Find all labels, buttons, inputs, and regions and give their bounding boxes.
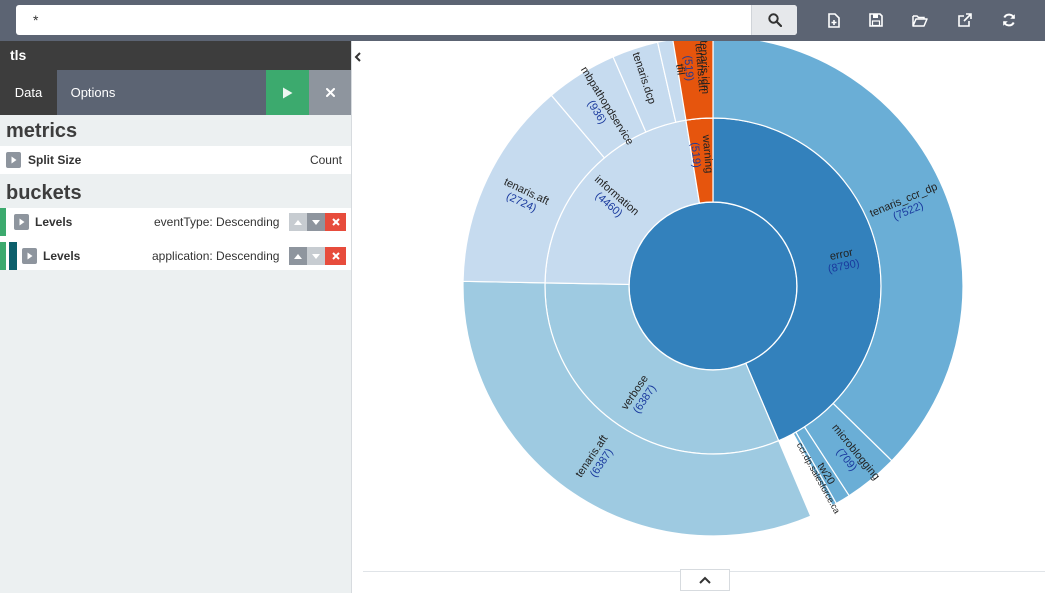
vis-editor-sidebar: tls Data Options metrics Split Size Coun… xyxy=(0,41,351,593)
collapse-sidebar-button[interactable] xyxy=(354,50,362,64)
caret-up-icon xyxy=(294,253,302,259)
bucket-color-stripe xyxy=(0,242,6,270)
search-icon xyxy=(767,13,782,27)
caret-right-icon xyxy=(19,218,24,226)
visualization-canvas: error (8790) verbose (6387) information (4460… xyxy=(363,35,1045,571)
bucket-desc: application: Descending xyxy=(152,249,280,263)
discard-changes-button[interactable] xyxy=(309,70,351,115)
search-input[interactable] xyxy=(16,5,751,35)
tab-data[interactable]: Data xyxy=(0,70,57,115)
refresh-icon xyxy=(1003,13,1015,27)
expand-bucket-toggle[interactable] xyxy=(22,248,37,264)
top-nav-bar xyxy=(0,0,1045,41)
search-button[interactable] xyxy=(751,5,797,35)
outer-label-10-count: (519) xyxy=(681,55,695,82)
caret-right-icon xyxy=(11,156,16,164)
remove-bucket-button[interactable] xyxy=(325,247,346,265)
caret-up-icon xyxy=(294,219,302,225)
refresh-button[interactable] xyxy=(997,8,1021,32)
caret-right-icon xyxy=(27,252,32,260)
bucket-row: Levels application: Descending xyxy=(0,242,351,270)
move-up-button[interactable] xyxy=(289,247,307,265)
sub-bucket-color-stripe xyxy=(9,242,17,270)
save-icon xyxy=(869,13,883,27)
move-up-button[interactable] xyxy=(289,213,307,231)
bucket-name: Levels xyxy=(43,249,81,263)
query-bar xyxy=(16,5,797,35)
caret-down-icon xyxy=(312,253,320,259)
close-icon xyxy=(331,252,340,260)
metric-name: Split Size xyxy=(28,153,82,167)
tab-options[interactable]: Options xyxy=(57,70,129,115)
expand-metric-toggle[interactable] xyxy=(6,152,21,168)
new-visualization-button[interactable] xyxy=(822,8,846,32)
open-button[interactable] xyxy=(908,8,932,32)
move-down-button[interactable] xyxy=(307,247,325,265)
apply-changes-button[interactable] xyxy=(266,70,309,115)
bucket-name: Levels xyxy=(35,215,73,229)
metric-value: Count xyxy=(309,153,342,167)
sunburst-center[interactable] xyxy=(628,201,798,371)
new-file-icon xyxy=(828,12,840,28)
chevron-left-icon xyxy=(354,52,361,62)
remove-bucket-button[interactable] xyxy=(325,213,346,231)
metric-row: Split Size Count xyxy=(0,146,351,174)
external-link-icon xyxy=(958,13,972,27)
close-icon xyxy=(331,218,340,226)
sunburst-chart: error(8790)verbose(6387)information(4460… xyxy=(462,35,964,537)
vis-title: tls xyxy=(0,41,351,70)
bucket-color-stripe xyxy=(0,208,6,236)
inner-label-warning-count: (519) xyxy=(688,142,702,169)
sidebar-resizer[interactable] xyxy=(351,41,363,593)
expand-bucket-toggle[interactable] xyxy=(14,214,29,230)
expand-spy-panel-button[interactable] xyxy=(680,569,730,591)
buckets-section-title: buckets xyxy=(6,182,82,204)
editor-tabs: Data Options xyxy=(0,70,351,115)
play-icon xyxy=(283,87,293,98)
share-button[interactable] xyxy=(953,8,977,32)
save-button[interactable] xyxy=(864,8,888,32)
metrics-section-title: metrics xyxy=(6,120,78,142)
move-down-button[interactable] xyxy=(307,213,325,231)
chevron-up-icon xyxy=(699,576,711,584)
folder-open-icon xyxy=(912,14,928,27)
caret-down-icon xyxy=(312,219,320,225)
bucket-desc: eventType: Descending xyxy=(154,215,280,229)
close-icon xyxy=(325,88,335,97)
bucket-row: Levels eventType: Descending xyxy=(0,208,351,236)
